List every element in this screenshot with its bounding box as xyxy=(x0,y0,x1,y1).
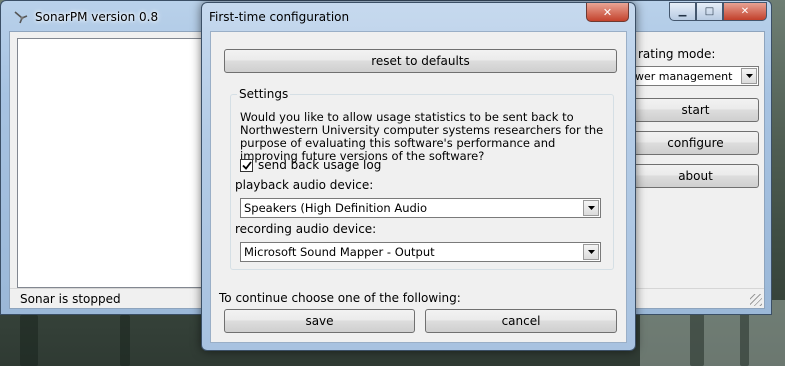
checkmark-icon xyxy=(241,160,252,170)
window-controls: ▁ □ ✕ xyxy=(669,2,767,21)
save-button[interactable]: save xyxy=(224,309,415,333)
playback-device-value: Speakers (High Definition Audio xyxy=(244,201,428,215)
chevron-down-icon[interactable] xyxy=(583,200,599,216)
configure-button[interactable]: configure xyxy=(632,131,759,155)
status-text: Sonar is stopped xyxy=(20,291,121,306)
recording-device-value: Microsoft Sound Mapper - Output xyxy=(244,245,435,259)
close-button[interactable]: ✕ xyxy=(723,2,767,21)
playback-device-label: playback audio device: xyxy=(235,178,374,192)
start-button[interactable]: start xyxy=(632,98,759,122)
background-tree xyxy=(740,310,749,366)
background-tree xyxy=(120,315,130,366)
playback-device-select[interactable]: Speakers (High Definition Audio xyxy=(240,198,601,218)
send-log-checkbox[interactable] xyxy=(240,158,253,172)
settings-group-title: Settings xyxy=(237,87,291,101)
maximize-button[interactable]: □ xyxy=(696,2,723,21)
cancel-button[interactable]: cancel xyxy=(425,309,617,333)
main-titlebar: SonarPM version 0.8 xyxy=(13,7,158,27)
operating-mode-label: rating mode: xyxy=(638,47,716,61)
operating-mode-select[interactable]: wer management xyxy=(632,66,759,86)
settings-group: Settings Would you like to allow usage s… xyxy=(230,87,614,270)
config-dialog: First-time configuration ✕ reset to defa… xyxy=(201,2,636,351)
recording-device-label: recording audio device: xyxy=(235,222,377,236)
chevron-down-icon[interactable] xyxy=(583,244,599,260)
about-button[interactable]: about xyxy=(632,164,759,188)
chevron-down-icon[interactable] xyxy=(741,68,757,84)
send-log-row[interactable]: send back usage log xyxy=(240,158,381,172)
background-tree xyxy=(20,315,38,366)
dialog-close-button[interactable]: ✕ xyxy=(586,3,629,22)
continue-instructions: To continue choose one of the following: xyxy=(219,291,461,305)
dialog-title: First-time configuration xyxy=(209,10,350,24)
main-window-title: SonarPM version 0.8 xyxy=(35,10,159,24)
usage-description: Would you like to allow usage statistics… xyxy=(240,110,604,163)
recording-device-select[interactable]: Microsoft Sound Mapper - Output xyxy=(240,242,601,262)
dialog-client-area: reset to defaults Settings Would you lik… xyxy=(210,31,627,343)
resize-grip[interactable] xyxy=(750,294,762,306)
log-list[interactable] xyxy=(17,38,205,288)
send-log-label: send back usage log xyxy=(258,158,382,172)
reset-defaults-button[interactable]: reset to defaults xyxy=(224,49,617,73)
minimize-button[interactable]: ▁ xyxy=(669,2,696,21)
sonar-app-icon xyxy=(14,11,28,24)
operating-mode-value: wer management xyxy=(635,69,733,83)
